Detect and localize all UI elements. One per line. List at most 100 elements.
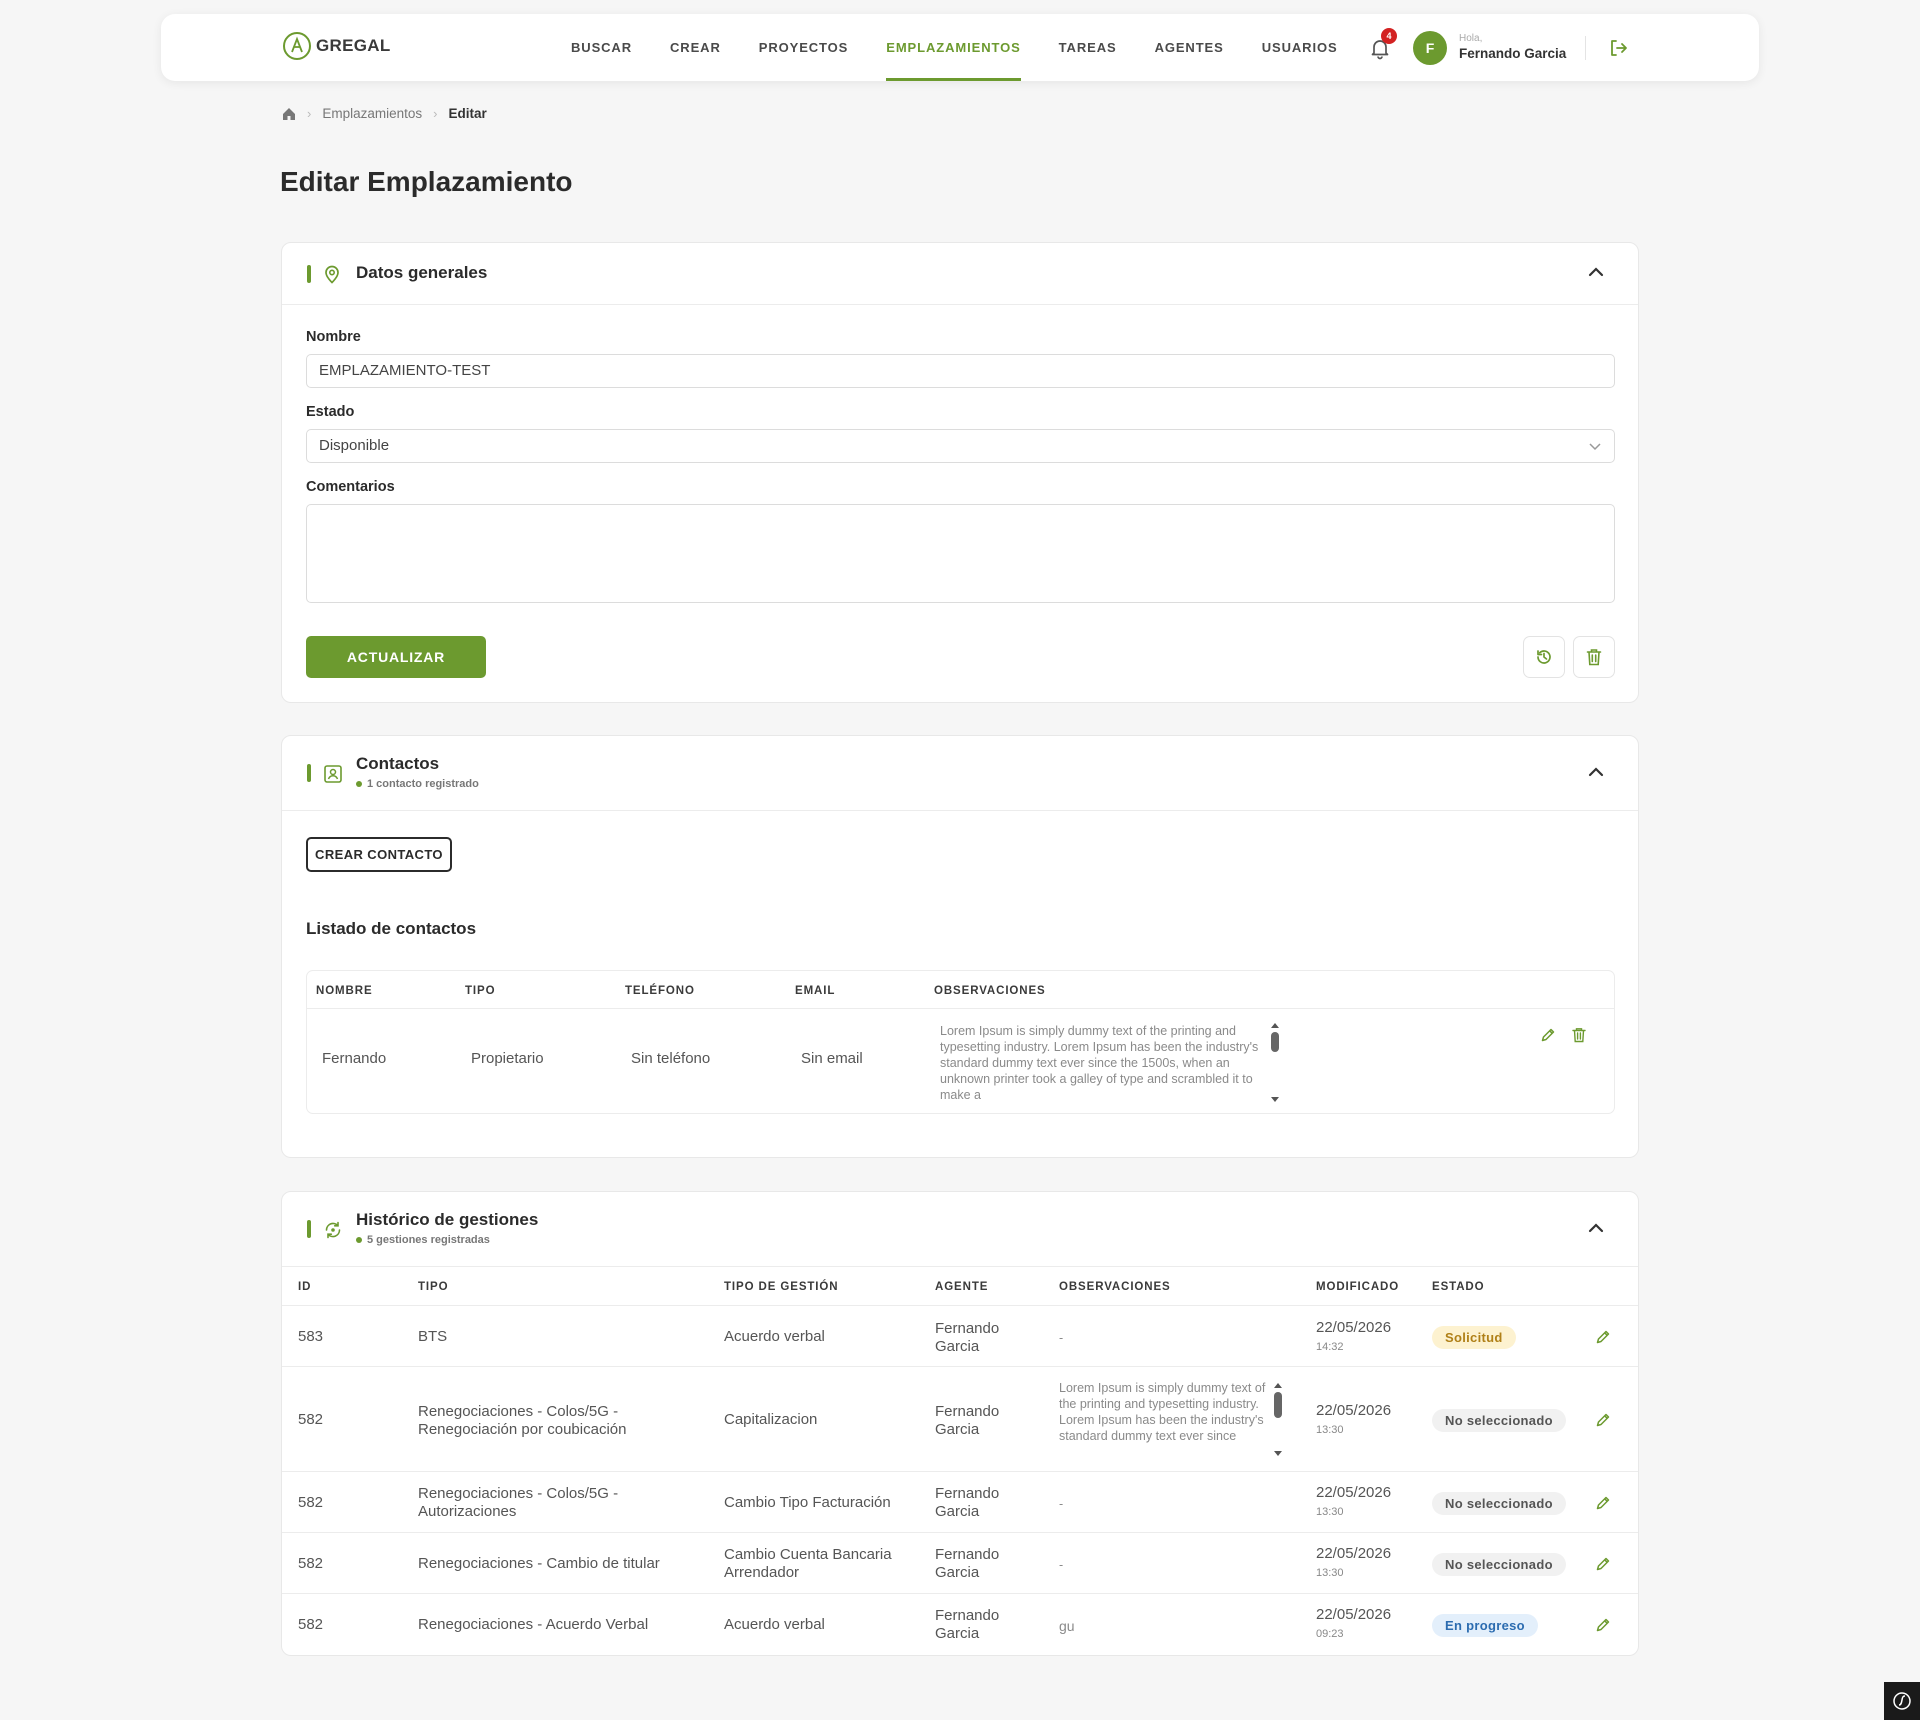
delete-button[interactable] <box>1573 636 1615 678</box>
gregal-logo[interactable]: GREGAL <box>282 31 391 61</box>
history-id: 582 <box>298 1411 324 1428</box>
top-navbar: GREGAL BUSCAR CREAR PROYECTOS EMPLAZAMIE… <box>161 14 1759 81</box>
column-header: ESTADO <box>1432 1281 1485 1293</box>
history-id: 582 <box>298 1494 324 1511</box>
user-name: Fernando Garcia <box>1459 46 1567 61</box>
logout-icon[interactable] <box>1608 38 1628 58</box>
menu-proyectos[interactable]: PROYECTOS <box>759 14 849 81</box>
chevron-up-icon[interactable] <box>1588 1222 1604 1234</box>
contacts-table: NOMBRE TIPO TELÉFONO EMAIL OBSERVACIONES… <box>306 970 1615 1114</box>
contacts-count: 1 contacto registrado <box>356 778 479 790</box>
column-header: OBSERVACIONES <box>934 985 1046 997</box>
history-gestion: Cambio Tipo Facturación <box>724 1494 891 1511</box>
status-badge: Solicitud <box>1432 1326 1516 1349</box>
edit-pencil-icon[interactable] <box>1595 1412 1611 1428</box>
history-sync-icon <box>325 1221 341 1239</box>
breadcrumb-emplazamientos[interactable]: Emplazamientos <box>322 106 422 121</box>
contacts-header[interactable]: Contactos 1 contacto registrado <box>282 736 1638 811</box>
nombre-input[interactable]: EMPLAZAMIENTO-TEST <box>306 354 1615 388</box>
estado-selected-value: Disponible <box>319 437 390 454</box>
history-tipo: Renegociaciones - Acuerdo Verbal <box>418 1616 649 1633</box>
general-data-card: Datos generales Nombre EMPLAZAMIENTO-TES… <box>281 242 1639 703</box>
history-observaciones: Lorem Ipsum is simply dummy text of the … <box>1059 1381 1266 1443</box>
comentarios-textarea[interactable] <box>306 504 1615 603</box>
general-data-title: Datos generales <box>356 263 488 282</box>
notification-badge: 4 <box>1381 28 1397 44</box>
contact-email: Sin email <box>801 1050 863 1067</box>
history-agente: Fernando Garcia <box>935 1320 1000 1355</box>
observaciones-scrollbar[interactable] <box>1273 1383 1283 1458</box>
menu-agentes[interactable]: AGENTES <box>1155 14 1224 81</box>
edit-pencil-icon[interactable] <box>1595 1329 1611 1345</box>
history-agente: Fernando Garcia <box>935 1485 1000 1520</box>
status-badge: No seleccionado <box>1432 1553 1566 1576</box>
history-modificado: 22/05/2026 13:30 <box>1316 1546 1391 1581</box>
menu-emplazamientos[interactable]: EMPLAZAMIENTOS <box>886 14 1022 81</box>
menu-usuarios[interactable]: USUARIOS <box>1262 14 1338 81</box>
chevron-right-icon: › <box>433 106 438 121</box>
history-fecha: 22/05/2026 <box>1316 1606 1392 1623</box>
home-icon[interactable] <box>282 107 296 121</box>
debug-toolbar-toggle[interactable] <box>1884 1682 1920 1720</box>
column-header: AGENTE <box>935 1281 989 1293</box>
estado-select[interactable]: Disponible <box>306 429 1615 463</box>
history-modificado: 22/05/2026 14:32 <box>1316 1320 1391 1355</box>
history-fecha: 22/05/2026 <box>1316 1484 1392 1501</box>
chevron-up-icon[interactable] <box>1588 266 1604 278</box>
contacts-count-text: 1 contacto registrado <box>367 778 479 790</box>
general-data-header[interactable]: Datos generales <box>282 243 1638 305</box>
history-fecha: 22/05/2026 <box>1316 1545 1392 1562</box>
history-modificado: 22/05/2026 13:30 <box>1316 1485 1391 1520</box>
menu-crear[interactable]: CREAR <box>670 14 721 81</box>
crear-contacto-button[interactable]: CREAR CONTACTO <box>306 837 452 872</box>
contact-observaciones: Lorem Ipsum is simply dummy text of the … <box>940 1024 1259 1102</box>
edit-pencil-icon[interactable] <box>1595 1556 1611 1572</box>
edit-pencil-icon[interactable] <box>1595 1495 1611 1511</box>
greeting-text: Hola, <box>1459 33 1483 44</box>
chevron-right-icon: › <box>307 106 312 121</box>
contacts-title: Contactos <box>356 754 440 773</box>
history-tipo: BTS <box>418 1328 448 1345</box>
status-badge: No seleccionado <box>1432 1409 1566 1432</box>
chevron-up-icon[interactable] <box>1588 766 1604 778</box>
column-header: ID <box>298 1281 312 1293</box>
history-fecha: 22/05/2026 <box>1316 1319 1392 1336</box>
history-hora: 13:30 <box>1316 1424 1344 1436</box>
breadcrumb-current: Editar <box>448 106 487 121</box>
history-fecha: 22/05/2026 <box>1316 1402 1392 1419</box>
estado-label: Estado <box>306 404 355 420</box>
column-header: TIPO <box>418 1281 449 1293</box>
edit-pencil-icon[interactable] <box>1595 1617 1611 1633</box>
status-dot <box>356 781 362 787</box>
edit-pencil-icon[interactable] <box>1540 1027 1556 1043</box>
logo-text: GREGAL <box>316 36 391 55</box>
status-badge: En progreso <box>1432 1614 1538 1637</box>
menu-tareas[interactable]: TAREAS <box>1059 14 1117 81</box>
observaciones-scrollbar[interactable] <box>1270 1023 1280 1103</box>
column-header: OBSERVACIONES <box>1059 1281 1171 1293</box>
column-header: NOMBRE <box>316 985 373 997</box>
actualizar-button[interactable]: ACTUALIZAR <box>306 636 486 678</box>
row-divider <box>282 1366 1638 1367</box>
history-agente: Fernando Garcia <box>935 1607 1000 1642</box>
history-hora: 13:30 <box>1316 1567 1344 1579</box>
symfony-icon <box>1893 1692 1911 1710</box>
status-dot <box>356 1237 362 1243</box>
history-tipo: Renegociaciones - Colos/5G - Autorizacio… <box>418 1485 619 1520</box>
history-gestion: Acuerdo verbal <box>724 1616 825 1633</box>
accent-bar <box>307 764 311 782</box>
nombre-label: Nombre <box>306 329 361 345</box>
column-header: MODIFICADO <box>1316 1281 1400 1293</box>
comentarios-label: Comentarios <box>306 479 395 495</box>
history-id: 582 <box>298 1555 324 1572</box>
trash-icon[interactable] <box>1572 1027 1586 1043</box>
history-button[interactable] <box>1523 636 1565 678</box>
contact-telefono: Sin teléfono <box>631 1050 711 1067</box>
menu-buscar[interactable]: BUSCAR <box>571 14 632 81</box>
breadcrumb: › Emplazamientos › Editar <box>282 106 487 121</box>
history-header[interactable]: Histórico de gestiones 5 gestiones regis… <box>282 1192 1638 1267</box>
contacts-list-title: Listado de contactos <box>306 919 477 938</box>
history-observaciones: - <box>1059 1331 1064 1345</box>
column-header: TELÉFONO <box>625 985 695 997</box>
avatar[interactable]: F <box>1413 31 1447 65</box>
